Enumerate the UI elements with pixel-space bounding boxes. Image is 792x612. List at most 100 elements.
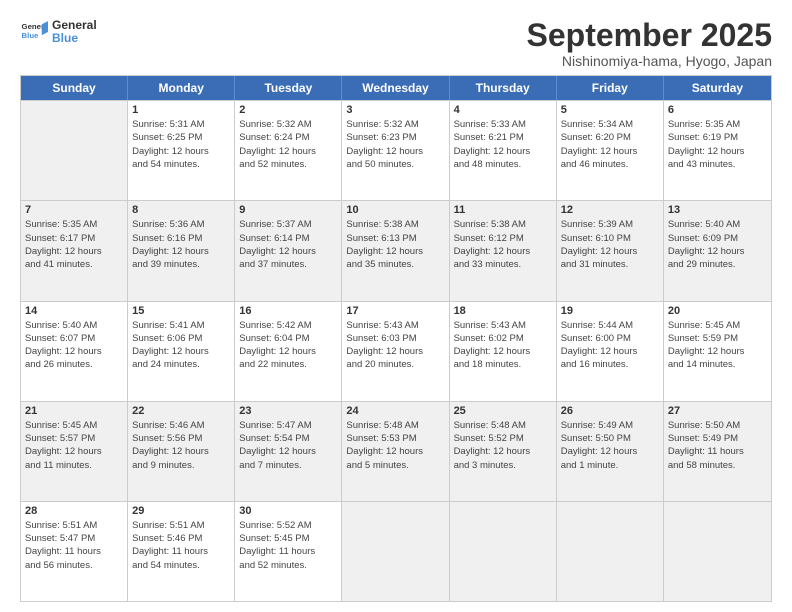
cell-line: Sunset: 6:23 PM (346, 131, 444, 144)
weekday-header-saturday: Saturday (664, 76, 771, 100)
cell-line: Sunrise: 5:48 AM (346, 419, 444, 432)
cell-line: and 3 minutes. (454, 459, 552, 472)
empty-cell (557, 502, 664, 601)
day-number: 26 (561, 405, 659, 417)
cell-line: Sunrise: 5:50 AM (668, 419, 767, 432)
day-number: 27 (668, 405, 767, 417)
cell-line: Daylight: 12 hours (25, 445, 123, 458)
day-cell-14: 14Sunrise: 5:40 AMSunset: 6:07 PMDayligh… (21, 302, 128, 401)
day-cell-2: 2Sunrise: 5:32 AMSunset: 6:24 PMDaylight… (235, 101, 342, 200)
cell-line: Daylight: 12 hours (239, 245, 337, 258)
cell-line: Daylight: 12 hours (239, 445, 337, 458)
svg-text:Blue: Blue (22, 31, 40, 40)
day-cell-18: 18Sunrise: 5:43 AMSunset: 6:02 PMDayligh… (450, 302, 557, 401)
cell-line: Sunset: 6:16 PM (132, 232, 230, 245)
weekday-header-monday: Monday (128, 76, 235, 100)
cell-line: Sunrise: 5:41 AM (132, 319, 230, 332)
cell-line: and 39 minutes. (132, 258, 230, 271)
day-cell-21: 21Sunrise: 5:45 AMSunset: 5:57 PMDayligh… (21, 402, 128, 501)
cell-line: Daylight: 12 hours (454, 145, 552, 158)
day-cell-8: 8Sunrise: 5:36 AMSunset: 6:16 PMDaylight… (128, 201, 235, 300)
cell-line: and 41 minutes. (25, 258, 123, 271)
calendar: SundayMondayTuesdayWednesdayThursdayFrid… (20, 75, 772, 602)
cell-line: Sunrise: 5:37 AM (239, 218, 337, 231)
cell-line: and 7 minutes. (239, 459, 337, 472)
cell-line: Daylight: 12 hours (454, 245, 552, 258)
cell-line: Daylight: 12 hours (346, 345, 444, 358)
day-number: 29 (132, 505, 230, 517)
day-number: 22 (132, 405, 230, 417)
cell-line: Sunset: 6:09 PM (668, 232, 767, 245)
cell-line: Sunrise: 5:43 AM (346, 319, 444, 332)
cell-line: and 14 minutes. (668, 358, 767, 371)
day-cell-27: 27Sunrise: 5:50 AMSunset: 5:49 PMDayligh… (664, 402, 771, 501)
day-cell-11: 11Sunrise: 5:38 AMSunset: 6:12 PMDayligh… (450, 201, 557, 300)
day-cell-16: 16Sunrise: 5:42 AMSunset: 6:04 PMDayligh… (235, 302, 342, 401)
cell-line: Sunset: 6:07 PM (25, 332, 123, 345)
day-number: 11 (454, 204, 552, 216)
weekday-header-thursday: Thursday (450, 76, 557, 100)
cell-line: Sunrise: 5:51 AM (132, 519, 230, 532)
cell-line: Daylight: 12 hours (561, 145, 659, 158)
day-number: 28 (25, 505, 123, 517)
day-number: 3 (346, 104, 444, 116)
weekday-header-wednesday: Wednesday (342, 76, 449, 100)
day-number: 2 (239, 104, 337, 116)
cell-line: Sunset: 6:04 PM (239, 332, 337, 345)
cell-line: and 54 minutes. (132, 559, 230, 572)
cell-line: Daylight: 12 hours (668, 345, 767, 358)
cell-line: Sunset: 6:24 PM (239, 131, 337, 144)
cell-line: Daylight: 11 hours (239, 545, 337, 558)
cell-line: and 52 minutes. (239, 559, 337, 572)
day-number: 8 (132, 204, 230, 216)
empty-cell (450, 502, 557, 601)
location: Nishinomiya-hama, Hyogo, Japan (527, 53, 772, 69)
day-cell-4: 4Sunrise: 5:33 AMSunset: 6:21 PMDaylight… (450, 101, 557, 200)
cell-line: and 43 minutes. (668, 158, 767, 171)
day-number: 10 (346, 204, 444, 216)
page: General Blue GeneralBlue September 2025 … (0, 0, 792, 612)
day-number: 5 (561, 104, 659, 116)
day-number: 21 (25, 405, 123, 417)
day-number: 6 (668, 104, 767, 116)
cell-line: Sunset: 5:45 PM (239, 532, 337, 545)
day-number: 30 (239, 505, 337, 517)
cell-line: Daylight: 12 hours (346, 145, 444, 158)
cell-line: Sunset: 6:03 PM (346, 332, 444, 345)
cell-line: and 46 minutes. (561, 158, 659, 171)
cell-line: Sunrise: 5:46 AM (132, 419, 230, 432)
day-cell-17: 17 Sunrise: 5:43 AMSunset: 6:03 PMDayligh… (342, 302, 449, 401)
cell-line: and 33 minutes. (454, 258, 552, 271)
cell-line: and 29 minutes. (668, 258, 767, 271)
day-cell-9: 9Sunrise: 5:37 AMSunset: 6:14 PMDaylight… (235, 201, 342, 300)
cell-line: and 22 minutes. (239, 358, 337, 371)
calendar-row-1: 7Sunrise: 5:35 AMSunset: 6:17 PMDaylight… (21, 200, 771, 300)
header: General Blue GeneralBlue September 2025 … (20, 18, 772, 69)
cell-line: Daylight: 12 hours (561, 445, 659, 458)
day-cell-22: 22Sunrise: 5:46 AMSunset: 5:56 PMDayligh… (128, 402, 235, 501)
cell-line: Sunrise: 5:44 AM (561, 319, 659, 332)
cell-line: Daylight: 12 hours (346, 445, 444, 458)
calendar-row-4: 28Sunrise: 5:51 AMSunset: 5:47 PMDayligh… (21, 501, 771, 601)
cell-line: Daylight: 12 hours (561, 345, 659, 358)
cell-line: Sunrise: 5:51 AM (25, 519, 123, 532)
logo-icon: General Blue (20, 18, 48, 46)
cell-line: Daylight: 12 hours (454, 445, 552, 458)
cell-line: and 5 minutes. (346, 459, 444, 472)
cell-line: Sunset: 5:52 PM (454, 432, 552, 445)
cell-line: and 16 minutes. (561, 358, 659, 371)
cell-line: Sunrise: 5:34 AM (561, 118, 659, 131)
day-number: 17 (346, 305, 444, 317)
cell-line: Sunrise: 5:47 AM (239, 419, 337, 432)
day-number: 19 (561, 305, 659, 317)
cell-line: and 20 minutes. (346, 358, 444, 371)
cell-line: and 11 minutes. (25, 459, 123, 472)
day-number: 18 (454, 305, 552, 317)
cell-line: Sunrise: 5:35 AM (668, 118, 767, 131)
cell-line: Sunrise: 5:45 AM (668, 319, 767, 332)
cell-line: Sunset: 6:13 PM (346, 232, 444, 245)
cell-line: Sunrise: 5:36 AM (132, 218, 230, 231)
cell-line: Sunset: 6:25 PM (132, 131, 230, 144)
cell-line: Sunset: 5:57 PM (25, 432, 123, 445)
cell-line: Daylight: 12 hours (668, 145, 767, 158)
